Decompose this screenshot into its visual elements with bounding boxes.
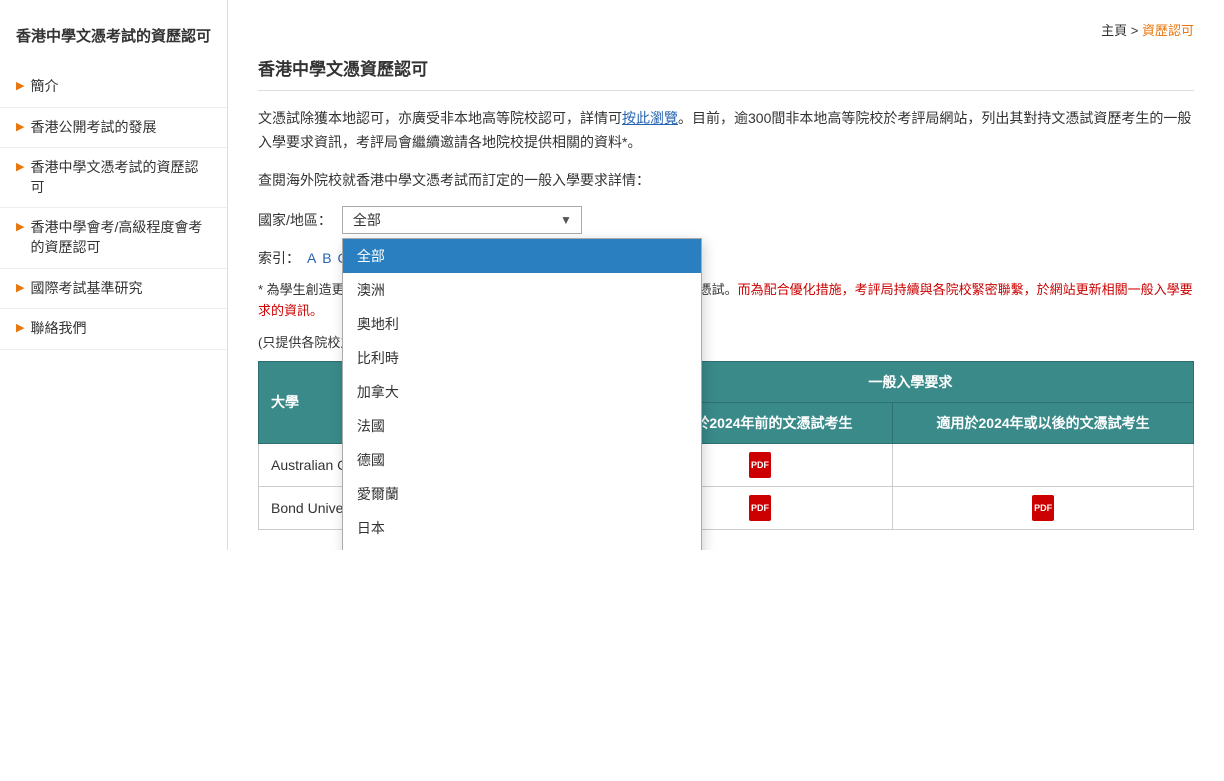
index-separator [333, 250, 337, 266]
sidebar-item-label: 香港中學會考/高級程度會考的資歷認可 [30, 218, 211, 257]
sidebar-item-hkdse-recognition[interactable]: ▶ 香港中學文憑考試的資歷認可 [0, 148, 227, 208]
dropdown-item-ireland[interactable]: 愛爾蘭 [343, 477, 701, 511]
browse-link[interactable]: 按此瀏覽 [622, 110, 678, 126]
sidebar-item-contact[interactable]: ▶ 聯絡我們 [0, 309, 227, 350]
arrow-icon: ▶ [16, 120, 24, 133]
dropdown-item-austria[interactable]: 奧地利 [343, 307, 701, 341]
country-filter-select[interactable]: 全部澳洲奧地利比利時加拿大法國德國愛爾蘭日本韓國澳門特別行政區馬來西亞新西蘭新加… [342, 206, 582, 234]
dropdown-item-belgium[interactable]: 比利時 [343, 341, 701, 375]
requirement-post2024[interactable] [893, 443, 1194, 486]
breadcrumb-current[interactable]: 資歷認可 [1142, 23, 1194, 38]
index-label: 索引： [258, 248, 300, 268]
dropdown-item-japan[interactable]: 日本 [343, 511, 701, 545]
filter-row: 國家/地區： 全部澳洲奧地利比利時加拿大法國德國愛爾蘭日本韓國澳門特別行政區馬來… [258, 206, 1194, 234]
dropdown-item-korea[interactable]: 韓國 [343, 545, 701, 550]
filter-label: 國家/地區： [258, 210, 332, 230]
col-requirements: 一般入學要求 [627, 361, 1193, 402]
dropdown-item-australia[interactable]: 澳洲 [343, 273, 701, 307]
dropdown-item-france[interactable]: 法國 [343, 409, 701, 443]
sidebar-item-intro[interactable]: ▶ 簡介 [0, 67, 227, 108]
sidebar-item-label: 聯絡我們 [30, 319, 86, 339]
index-link-b[interactable]: B [322, 250, 331, 266]
breadcrumb-separator: > [1127, 23, 1142, 38]
sidebar-item-intl-benchmarking[interactable]: ▶ 國際考試基準研究 [0, 269, 227, 310]
sidebar-item-label: 簡介 [30, 77, 58, 97]
country-dropdown[interactable]: 全部澳洲奧地利比利時加拿大法國德國愛爾蘭日本韓國澳門特別行政區馬來西亞新西蘭新加… [342, 238, 702, 550]
arrow-icon: ▶ [16, 281, 24, 294]
dropdown-item-canada[interactable]: 加拿大 [343, 375, 701, 409]
requirement-post2024[interactable]: PDF [893, 486, 1194, 529]
page-title: 香港中學文憑資歷認可 [258, 55, 1194, 91]
sidebar: 香港中學文憑考試的資歷認可 ▶ 簡介 ▶ 香港公開考試的發展 ▶ 香港中學文憑考… [0, 0, 228, 550]
arrow-icon: ▶ [16, 321, 24, 334]
content-para1: 文憑試除獲本地認可，亦廣受非本地高等院校認可，詳情可按此瀏覽。目前，逾300間非… [258, 107, 1194, 155]
pdf-icon[interactable]: PDF [749, 452, 771, 478]
index-link-a[interactable]: A [307, 250, 316, 266]
pdf-icon[interactable]: PDF [1032, 495, 1054, 521]
sidebar-item-advanced-level[interactable]: ▶ 香港中學會考/高級程度會考的資歷認可 [0, 208, 227, 268]
pdf-icon[interactable]: PDF [749, 495, 771, 521]
dropdown-item-germany[interactable]: 德國 [343, 443, 701, 477]
index-separator [317, 250, 321, 266]
content-para2: 查閱海外院校就香港中學文憑考試而訂定的一般入學要求詳情： [258, 169, 1194, 193]
sidebar-item-label: 國際考試基準研究 [30, 279, 142, 299]
col-post2024: 適用於2024年或以後的文憑試考生 [893, 402, 1194, 443]
arrow-icon: ▶ [16, 79, 24, 92]
dropdown-item-all[interactable]: 全部 [343, 239, 701, 273]
sidebar-item-label: 香港中學文憑考試的資歷認可 [30, 158, 211, 197]
sidebar-title: 香港中學文憑考試的資歷認可 [0, 16, 227, 67]
main-content: 主頁 > 資歷認可 香港中學文憑資歷認可 文憑試除獲本地認可，亦廣受非本地高等院… [228, 0, 1224, 550]
sidebar-item-hkexam-development[interactable]: ▶ 香港公開考試的發展 [0, 108, 227, 149]
arrow-icon: ▶ [16, 220, 24, 233]
breadcrumb-home[interactable]: 主頁 [1101, 23, 1127, 38]
breadcrumb: 主頁 > 資歷認可 [258, 20, 1194, 39]
arrow-icon: ▶ [16, 160, 24, 173]
sidebar-item-label: 香港公開考試的發展 [30, 118, 156, 138]
filter-select-wrapper: 全部澳洲奧地利比利時加拿大法國德國愛爾蘭日本韓國澳門特別行政區馬來西亞新西蘭新加… [342, 206, 582, 234]
